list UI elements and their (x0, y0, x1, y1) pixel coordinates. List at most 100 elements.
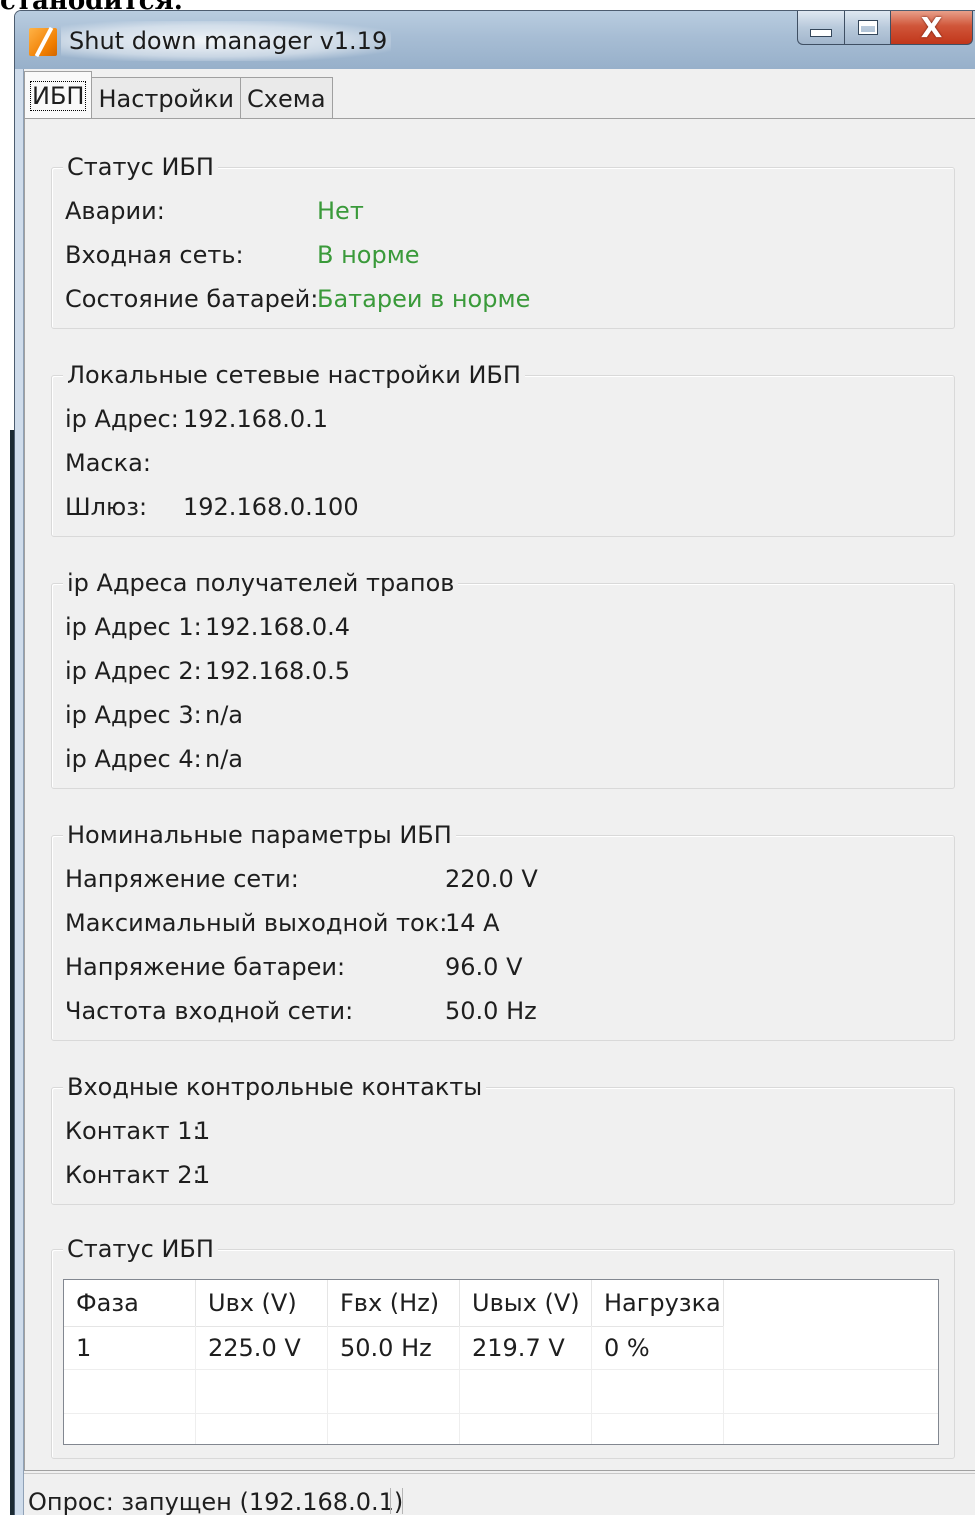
network-row-gateway: Шлюз: 192.168.0.100 (65, 493, 359, 523)
status-separator (390, 1488, 391, 1514)
group-ups-status: Статус ИБП Аварии: Нет Входная сеть: В н… (51, 153, 955, 329)
minimize-button[interactable] (797, 11, 844, 45)
group-input-contacts: Входные контрольные контакты Контакт 1: … (51, 1073, 955, 1205)
phase-status-table[interactable]: Фаза Uвх (V) Fвх (Hz) Uвых (V) Нагрузка … (63, 1279, 939, 1445)
tab-strip: ИБП Настройки Схема (24, 69, 333, 119)
table-cell (64, 1370, 196, 1414)
table-cell (196, 1370, 328, 1414)
row-label: Входная сеть: (65, 241, 244, 269)
row-value: В норме (317, 241, 420, 269)
title-bar[interactable]: Shut down manager v1.19 X (15, 11, 975, 69)
group-nominal-parameters: Номинальные параметры ИБП Напряжение сет… (51, 821, 955, 1041)
group-network-settings: Локальные сетевые настройки ИБП ip Адрес… (51, 361, 955, 537)
client-area: ИБП Настройки Схема Статус ИБП Аварии: Н… (23, 69, 975, 1515)
status-separator (402, 1488, 403, 1514)
row-value: 192.168.0.4 (205, 613, 351, 641)
trap-row-1: ip Адрес 1: 192.168.0.4 (65, 613, 350, 643)
close-button[interactable]: X (890, 11, 973, 45)
group-trap-receivers: ip Адреса получателей трапов ip Адрес 1:… (51, 569, 955, 789)
tab-ups[interactable]: ИБП (24, 71, 93, 119)
polling-status: Опрос: запущен (192.168.0.1) (28, 1488, 404, 1515)
row-label: Состояние батарей: (65, 285, 319, 313)
group-phase-status: Статус ИБП Фаза Uвх (V) Fвх (Hz) Uвых (V… (51, 1235, 955, 1459)
group-title: Входные контрольные контакты (63, 1073, 487, 1101)
window-title: Shut down manager v1.19 (69, 27, 388, 55)
app-window: Shut down manager v1.19 X ИБП Настройки … (14, 10, 975, 1515)
row-label: Шлюз: (65, 493, 148, 521)
row-value: n/a (205, 745, 244, 773)
row-label: Маска: (65, 449, 151, 477)
column-header-load[interactable]: Нагрузка (592, 1280, 724, 1326)
table-cell-filler (724, 1326, 938, 1370)
app-logo-icon[interactable] (29, 28, 57, 56)
maximize-button[interactable] (844, 11, 890, 45)
table-cell (328, 1370, 460, 1414)
table-cell: 1 (64, 1326, 196, 1370)
trap-row-3: ip Адрес 3: n/a (65, 701, 243, 731)
table-cell: 219.7 V (460, 1326, 592, 1370)
status-row-battery: Состояние батарей: Батареи в норме (65, 285, 530, 315)
table-cell (460, 1414, 592, 1444)
row-value: 1 (195, 1161, 211, 1189)
trap-row-4: ip Адрес 4: n/a (65, 745, 243, 775)
table-header: Фаза Uвх (V) Fвх (Hz) Uвых (V) Нагрузка (64, 1280, 724, 1327)
row-value: 96.0 V (445, 953, 523, 981)
row-label: ip Адрес 2: (65, 657, 202, 685)
row-value: 192.168.0.5 (205, 657, 351, 685)
column-header-input-voltage[interactable]: Uвх (V) (196, 1280, 328, 1326)
row-value: n/a (205, 701, 244, 729)
group-title: Статус ИБП (63, 153, 218, 181)
row-value: 50.0 Hz (445, 997, 537, 1025)
table-cell (460, 1370, 592, 1414)
network-row-mask: Маска: (65, 449, 151, 479)
table-cell (64, 1414, 196, 1444)
group-title: ip Адреса получателей трапов (63, 569, 459, 597)
table-row[interactable]: 1 225.0 V 50.0 Hz 219.7 V 0 % (64, 1326, 938, 1370)
tab-page-ups: Статус ИБП Аварии: Нет Входная сеть: В н… (24, 118, 975, 1471)
group-title: Статус ИБП (63, 1235, 218, 1263)
row-label: Контакт 1: (65, 1117, 201, 1145)
row-label: ip Адрес 4: (65, 745, 202, 773)
group-title: Локальные сетевые настройки ИБП (63, 361, 525, 389)
table-cell: 50.0 Hz (328, 1326, 460, 1370)
nominal-row-frequency: Частота входной сети: 50.0 Hz (65, 997, 537, 1027)
tab-label: ИБП (29, 80, 87, 111)
row-value: 192.168.0.1 (183, 405, 329, 433)
row-label: Контакт 2: (65, 1161, 201, 1189)
minimize-icon (810, 28, 832, 37)
page-text-fragment: станоdится. (0, 0, 183, 16)
status-row-input-power: Входная сеть: В норме (65, 241, 420, 271)
tab-scheme[interactable]: Схема (240, 77, 333, 119)
column-header-output-voltage[interactable]: Uвых (V) (460, 1280, 592, 1326)
maximize-icon (857, 20, 878, 35)
contact-row-2: Контакт 2: 1 (65, 1161, 210, 1191)
table-cell (592, 1370, 724, 1414)
row-label: ip Адрес: (65, 405, 179, 433)
network-row-ip: ip Адрес: 192.168.0.1 (65, 405, 328, 435)
tab-label: Схема (247, 84, 326, 113)
table-cell (196, 1414, 328, 1444)
row-value: Нет (317, 197, 364, 225)
table-cell-filler (724, 1370, 938, 1414)
close-icon: X (920, 10, 943, 44)
status-row-alarms: Аварии: Нет (65, 197, 364, 227)
row-value: 1 (195, 1117, 211, 1145)
row-value: Батареи в норме (317, 285, 531, 313)
table-row-empty (64, 1414, 938, 1444)
nominal-row-voltage: Напряжение сети: 220.0 V (65, 865, 538, 895)
table-cell (592, 1414, 724, 1444)
table-cell: 0 % (592, 1326, 724, 1370)
row-value: 192.168.0.100 (183, 493, 359, 521)
tab-settings[interactable]: Настройки (91, 77, 242, 119)
table-cell-filler (724, 1414, 938, 1444)
window-controls: X (797, 11, 973, 45)
nominal-row-current: Максимальный выходной ток: 14 A (65, 909, 500, 939)
row-value: 14 A (445, 909, 500, 937)
row-label: Максимальный выходной ток: (65, 909, 448, 937)
column-header-phase[interactable]: Фаза (64, 1280, 196, 1326)
trap-row-2: ip Адрес 2: 192.168.0.5 (65, 657, 350, 687)
row-label: Напряжение батареи: (65, 953, 346, 981)
table-cell (328, 1414, 460, 1444)
column-header-input-frequency[interactable]: Fвх (Hz) (328, 1280, 460, 1326)
row-label: Напряжение сети: (65, 865, 299, 893)
